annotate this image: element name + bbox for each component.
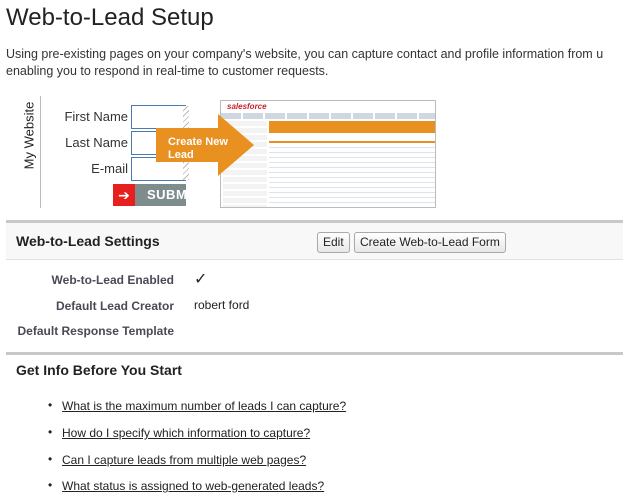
- faq-link-which-information[interactable]: How do I specify which information to ca…: [62, 426, 310, 440]
- faq-item: • Can I capture leads from multiple web …: [48, 452, 307, 467]
- intro-line-2: enabling you to respond in real-time to …: [6, 64, 329, 78]
- faq-item: • What status is assigned to web-generat…: [48, 478, 325, 493]
- settings-title: Web-to-Lead Settings: [16, 233, 160, 249]
- arrow-right-icon: ➔: [113, 184, 135, 206]
- create-new-lead-callout: Create New Lead: [156, 114, 256, 176]
- faq-link-max-leads[interactable]: What is the maximum number of leads I ca…: [62, 399, 346, 413]
- get-info-header: Get Info Before You Start: [6, 352, 623, 382]
- salesforce-logo: salesforce: [227, 102, 267, 111]
- faq-item: • What is the maximum number of leads I …: [48, 398, 347, 413]
- faq-item: • How do I specify which information to …: [48, 425, 311, 440]
- faq-link-status-assigned[interactable]: What status is assigned to web-generated…: [62, 479, 324, 493]
- get-info-section: Get Info Before You Start • What is the …: [6, 352, 623, 493]
- detail-row-default-lead-creator: Default Lead Creator robert ford: [55, 298, 250, 313]
- my-website-label: My Website: [21, 101, 37, 170]
- get-info-title: Get Info Before You Start: [16, 362, 182, 378]
- settings-header: Web-to-Lead Settings Edit Create Web-to-…: [6, 220, 623, 260]
- detail-row-enabled: Web-to-Lead Enabled ✓: [51, 271, 208, 288]
- web-to-lead-settings-section: Web-to-Lead Settings Edit Create Web-to-…: [6, 220, 623, 338]
- page-title: Web-to-Lead Setup: [6, 4, 214, 31]
- web-to-lead-illustration: My Website First Name Last Name E-mail ➔…: [18, 96, 438, 212]
- faq-link-multiple-pages[interactable]: Can I capture leads from multiple web pa…: [62, 453, 306, 467]
- detail-row-default-response-template: Default Response Template: [17, 324, 174, 338]
- create-web-to-lead-form-button[interactable]: Create Web-to-Lead Form: [354, 232, 506, 253]
- intro-line-1: Using pre-existing pages on your company…: [6, 47, 604, 61]
- checkmark-icon: ✓: [194, 271, 208, 288]
- edit-button[interactable]: Edit: [317, 232, 350, 253]
- intro-text: Using pre-existing pages on your company…: [6, 46, 623, 80]
- sample-submit-button: ➔ SUBM: [113, 184, 187, 206]
